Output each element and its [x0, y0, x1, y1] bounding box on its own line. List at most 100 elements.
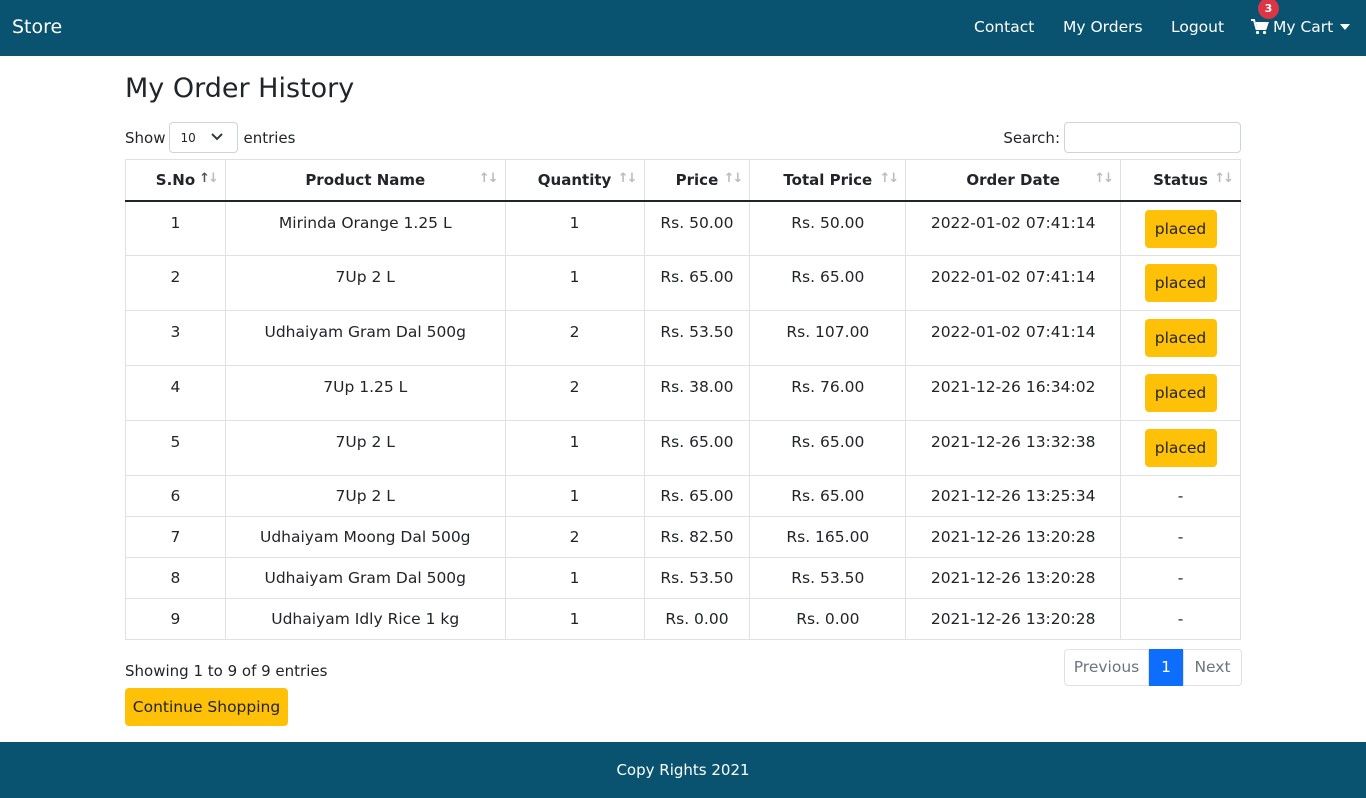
cell-status: placed	[1120, 365, 1241, 421]
cell-quantity: 2	[504, 310, 645, 366]
cell-status: placed	[1120, 310, 1241, 366]
cell-sno: 5	[125, 420, 226, 476]
caret-down-icon	[1340, 24, 1351, 30]
status-badge: placed	[1144, 374, 1217, 412]
column-header-sno[interactable]: S.No ↑↓	[125, 159, 226, 202]
cell-order-date: 2021-12-26 13:32:38	[905, 420, 1122, 476]
cell-product: Udhaiyam Moong Dal 500g	[224, 516, 506, 558]
pagination-previous[interactable]: Previous	[1064, 649, 1149, 686]
table-row: 4 7Up 1.25 L 2 Rs. 38.00 Rs. 76.00 2021-…	[125, 365, 1241, 421]
table-row: 9 Udhaiyam Idly Rice 1 kg 1 Rs. 0.00 Rs.…	[125, 598, 1241, 640]
cell-sno: 3	[125, 310, 226, 366]
table-row: 2 7Up 2 L 1 Rs. 65.00 Rs. 65.00 2022-01-…	[125, 255, 1241, 311]
cell-total-price: Rs. 165.00	[749, 516, 907, 558]
cell-price: Rs. 53.50	[643, 310, 751, 366]
cell-quantity: 1	[504, 200, 645, 256]
continue-shopping-button[interactable]: Continue Shopping	[125, 688, 288, 726]
cell-total-price: Rs. 0.00	[749, 598, 907, 640]
cell-order-date: 2021-12-26 13:25:34	[905, 475, 1122, 517]
cell-quantity: 1	[504, 255, 645, 311]
table-row: 7 Udhaiyam Moong Dal 500g 2 Rs. 82.50 Rs…	[125, 516, 1241, 558]
show-entries: Show 10 entries	[125, 122, 295, 153]
sort-icon: ↑↓	[723, 171, 744, 186]
cell-total-price: Rs. 53.50	[749, 557, 907, 599]
pagination-page-1[interactable]: 1	[1149, 649, 1183, 686]
cell-quantity: 1	[504, 420, 645, 476]
cell-sno: 7	[125, 516, 226, 558]
cell-price: Rs. 65.00	[643, 420, 751, 476]
nav-my-orders-link[interactable]: My Orders	[1063, 18, 1143, 36]
cell-price: Rs. 53.50	[643, 557, 751, 599]
page-title: My Order History	[125, 73, 355, 104]
cell-status: -	[1120, 516, 1241, 558]
cell-price: Rs. 50.00	[643, 200, 751, 256]
cell-total-price: Rs. 65.00	[749, 420, 907, 476]
table-row: 5 7Up 2 L 1 Rs. 65.00 Rs. 65.00 2021-12-…	[125, 420, 1241, 476]
sort-icon: ↑↓	[478, 171, 499, 186]
orders-table: S.No ↑↓ Product Name ↑↓ Quantity ↑↓ Price ↑↓…	[125, 159, 1241, 640]
cart-icon	[1251, 19, 1269, 35]
chevron-down-icon	[211, 133, 224, 141]
sort-icon: ↑↓	[1214, 171, 1234, 186]
cell-order-date: 2021-12-26 13:20:28	[905, 516, 1122, 558]
sort-icon: ↑↓	[879, 171, 899, 186]
pagination: Previous 1 Next	[1064, 649, 1242, 686]
cell-quantity: 2	[504, 516, 645, 558]
navbar: Store Contact My Orders Logout 3 My Cart	[0, 0, 1366, 56]
cell-order-date: 2021-12-26 16:34:02	[905, 365, 1122, 421]
cell-sno: 6	[125, 475, 226, 517]
cell-quantity: 2	[504, 365, 645, 421]
cell-product: 7Up 2 L	[224, 475, 506, 517]
column-header-status[interactable]: Status ↑↓	[1120, 159, 1241, 202]
status-badge: placed	[1144, 264, 1217, 302]
column-header-order-date[interactable]: Order Date ↑↓	[905, 159, 1122, 202]
search-input[interactable]	[1064, 122, 1241, 153]
cell-order-date: 2022-01-02 07:41:14	[905, 310, 1122, 366]
cell-total-price: Rs. 50.00	[749, 200, 907, 256]
sort-icon: ↑↓	[617, 171, 638, 186]
cell-product: 7Up 2 L	[224, 420, 506, 476]
nav-contact-link[interactable]: Contact	[974, 18, 1034, 36]
cart-count-badge: 3	[1258, 0, 1279, 19]
entries-select[interactable]: 10	[169, 122, 239, 153]
cell-status: -	[1120, 598, 1241, 640]
cell-total-price: Rs. 65.00	[749, 475, 907, 517]
cell-price: Rs. 65.00	[643, 475, 751, 517]
cell-order-date: 2022-01-02 07:41:14	[905, 200, 1122, 256]
cell-price: Rs. 82.50	[643, 516, 751, 558]
cell-total-price: Rs. 65.00	[749, 255, 907, 311]
column-header-product-name[interactable]: Product Name ↑↓	[224, 159, 506, 202]
cell-product: Udhaiyam Gram Dal 500g	[224, 310, 506, 366]
show-prefix: Show	[125, 128, 166, 147]
table-row: 3 Udhaiyam Gram Dal 500g 2 Rs. 53.50 Rs.…	[125, 310, 1241, 366]
footer-copyright: Copy Rights 2021	[616, 761, 750, 779]
cell-price: Rs. 0.00	[643, 598, 751, 640]
pagination-next[interactable]: Next	[1183, 649, 1242, 686]
cell-quantity: 1	[504, 598, 645, 640]
table-row: 8 Udhaiyam Gram Dal 500g 1 Rs. 53.50 Rs.…	[125, 557, 1241, 599]
column-header-price[interactable]: Price ↑↓	[643, 159, 751, 202]
brand-link[interactable]: Store	[12, 16, 62, 38]
show-suffix: entries	[243, 128, 296, 147]
cell-sno: 2	[125, 255, 226, 311]
table-row: 1 Mirinda Orange 1.25 L 1 Rs. 50.00 Rs. …	[125, 200, 1241, 256]
cell-sno: 8	[125, 557, 226, 599]
search-area: Search:	[1003, 122, 1241, 153]
cell-status: placed	[1120, 255, 1241, 311]
cell-product: Mirinda Orange 1.25 L	[224, 200, 506, 256]
cell-order-date: 2021-12-26 13:20:28	[905, 598, 1122, 640]
cell-total-price: Rs. 107.00	[749, 310, 907, 366]
cell-order-date: 2021-12-26 13:20:28	[905, 557, 1122, 599]
cell-status: placed	[1120, 200, 1241, 256]
column-header-total-price[interactable]: Total Price ↑↓	[749, 159, 907, 202]
entries-select-value: 10	[180, 130, 196, 145]
status-badge: placed	[1144, 209, 1217, 248]
cell-sno: 1	[125, 200, 226, 256]
column-header-quantity[interactable]: Quantity ↑↓	[504, 159, 645, 202]
cell-sno: 9	[125, 598, 226, 640]
nav-logout-link[interactable]: Logout	[1171, 18, 1224, 36]
status-badge: placed	[1144, 319, 1217, 357]
my-cart-dropdown[interactable]: My Cart	[1251, 18, 1351, 36]
cell-total-price: Rs. 76.00	[749, 365, 907, 421]
cell-quantity: 1	[504, 475, 645, 517]
